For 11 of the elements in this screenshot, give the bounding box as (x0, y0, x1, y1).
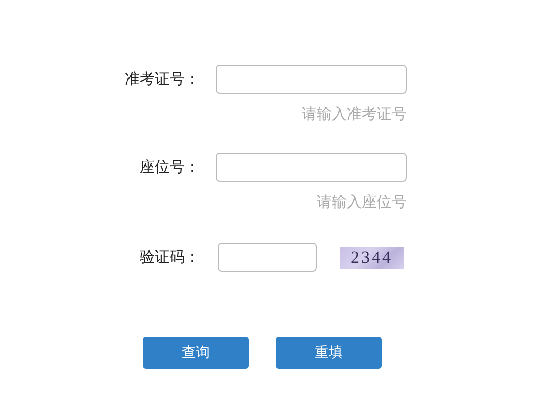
input-field[interactable] (218, 243, 317, 272)
form-button[interactable]: 重填 (276, 337, 382, 369)
hint-text: 请输入准考证号 (302, 105, 407, 123)
input-field[interactable] (216, 153, 407, 182)
hint-text: 请输入座位号 (317, 193, 407, 211)
field-label: 准考证号： (124, 70, 200, 89)
captcha-image[interactable]: 2344 (340, 246, 404, 268)
form-button[interactable]: 查询 (143, 337, 249, 369)
field-label: 座位号： (139, 158, 200, 177)
input-field[interactable] (216, 65, 407, 94)
field-label: 验证码： (139, 248, 200, 267)
